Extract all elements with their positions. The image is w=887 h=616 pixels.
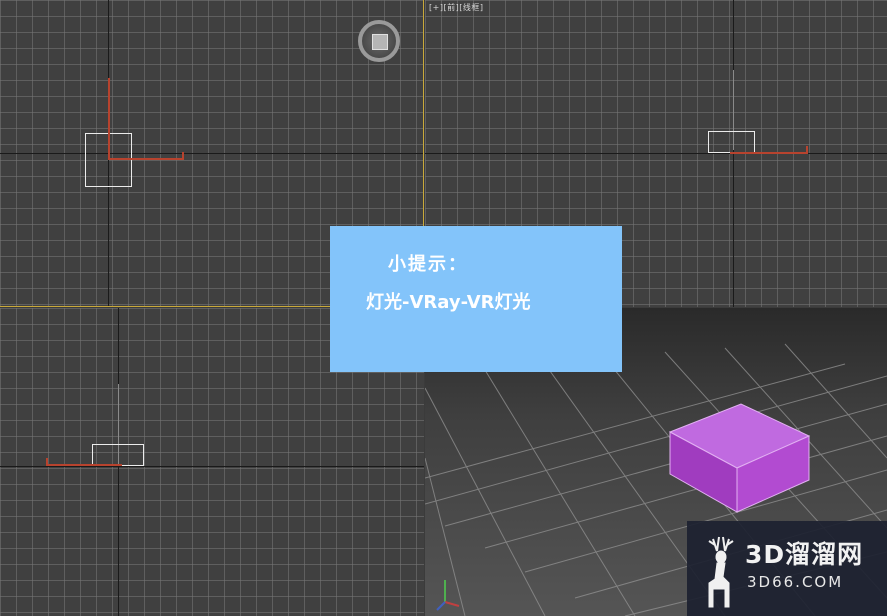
light-axis-tick xyxy=(806,146,808,154)
light-axis-tick xyxy=(46,458,48,466)
light-axis-x xyxy=(46,464,122,466)
light-axis-tick xyxy=(182,152,184,160)
box-object[interactable] xyxy=(665,400,815,515)
deer-logo-icon xyxy=(708,536,734,608)
viewport-view-menu[interactable]: [前] xyxy=(443,3,459,12)
world-axis-horizontal xyxy=(425,153,887,154)
vray-light-gizmo[interactable] xyxy=(92,444,144,466)
viewcube-icon[interactable] xyxy=(358,20,400,62)
light-axis-y xyxy=(108,78,110,158)
light-axis-x xyxy=(730,152,808,154)
viewport-plus-menu[interactable]: [+] xyxy=(429,3,443,12)
tip-panel: 小提示： 灯光-VRay-VR灯光 xyxy=(330,226,622,372)
watermark: 3D溜溜网 3D66.COM xyxy=(687,521,887,616)
viewcube-face[interactable] xyxy=(372,34,388,50)
world-axis-horizontal xyxy=(0,153,423,154)
watermark-subtitle: 3D66.COM xyxy=(747,573,844,591)
watermark-title: 3D溜溜网 xyxy=(745,540,864,569)
tip-body: 灯光-VRay-VR灯光 xyxy=(366,292,531,313)
tip-title: 小提示： xyxy=(388,254,468,275)
light-axis-x xyxy=(108,158,184,160)
viewport-label[interactable]: [+][前][线框] xyxy=(429,2,483,13)
viewport-mode-menu[interactable]: [线框] xyxy=(459,3,483,12)
axis-gizmo-icon xyxy=(436,580,460,611)
world-axis-horizontal xyxy=(0,466,424,467)
vray-light-gizmo[interactable] xyxy=(708,131,755,153)
